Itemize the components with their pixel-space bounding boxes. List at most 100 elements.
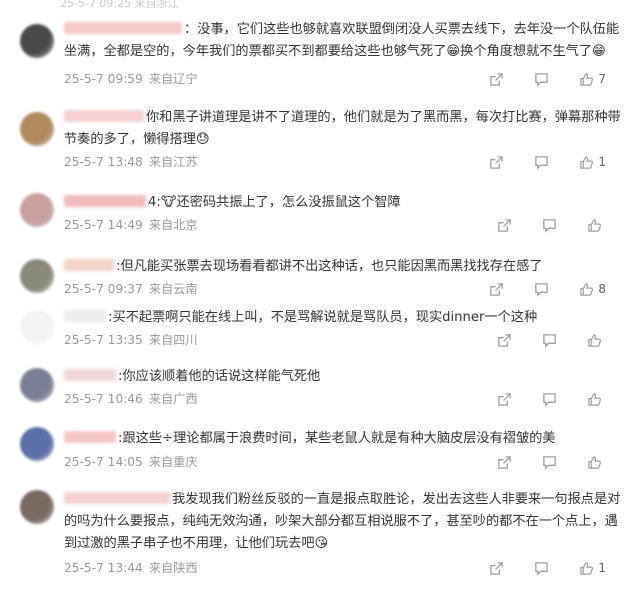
action-bar: 8 [459,279,606,299]
avatar[interactable] [20,193,54,227]
like-icon [588,333,601,347]
location: 来自江苏 [148,155,198,169]
like-icon [588,455,601,469]
location: 来自陕西 [148,561,198,575]
comment-icon [535,561,549,576]
avatar[interactable] [20,259,54,293]
name-separator: ： [184,22,198,37]
comment-text: 跟这些÷理论都属于浪费时间，某些老鼠人就是有种大脑皮层没有褶皱的美 [122,431,556,446]
comment-body: :但凡能买张票去现场看看都讲不出这种话，也只能因黑而黑找找存在感了 [64,256,630,278]
timestamp: 25-5-7 09:59 [64,72,143,86]
action-bar [467,452,606,472]
timestamp: 25-5-7 13:48 [64,155,143,169]
comment-body: 我发现我们粉丝反驳的一直是报点取胜论，发出去这些人非要来一句报点是对的吗为什么要… [64,489,630,555]
comment-icon [543,333,556,348]
like-icon [580,561,594,575]
username-blurred[interactable] [64,259,114,271]
like-icon [580,155,594,169]
avatar[interactable] [20,368,54,402]
location: 来自云南 [148,282,198,296]
comment-text: 买不起票啊只能在线上叫，不是骂解说就是骂队员，现实dinner一个这种 [112,310,538,325]
comment-button[interactable] [534,155,549,170]
comment-body: ：没事，它们这些也够就喜欢联盟倒闭没人买票去线下，去年没一个队伍能坐满，全都是空… [64,19,630,63]
username-blurred[interactable] [64,22,182,34]
avatar[interactable] [20,112,54,146]
share-icon [490,155,504,169]
share-button[interactable] [497,392,512,407]
share-button[interactable] [489,72,504,87]
share-icon [498,218,511,232]
comment-icon [535,155,549,170]
comment-meta: 25-5-7 13:44 来自陕西 1 [64,558,630,578]
comment-text: 你应该顺着他的话说这样能气死他 [122,369,321,384]
like-count: 1 [598,561,606,575]
username-blurred[interactable] [64,492,170,504]
comment-button[interactable] [534,561,549,576]
avatar[interactable] [20,310,54,344]
comment-button[interactable] [542,392,557,407]
share-icon [498,455,511,469]
comment-text: 你和黑子讲道理是讲不了道理的，他们就是为了黑而黑，每次打比赛，弹幕那种带节奏的多… [64,110,621,147]
comment-body: :买不起票啊只能在线上叫，不是骂解说就是骂队员，现实dinner一个这种 [64,307,630,329]
like-button[interactable]: 1 [579,558,606,578]
username-blurred[interactable] [64,369,116,381]
like-button[interactable] [587,392,606,407]
like-icon [580,72,594,86]
comment-body: 你和黑子讲道理是讲不了道理的，他们就是为了黑而黑，每次打比赛，弹幕那种带节奏的多… [64,107,630,151]
like-button[interactable] [587,218,606,233]
share-button[interactable] [497,455,512,470]
share-button[interactable] [497,333,512,348]
like-button[interactable]: 7 [579,69,606,89]
comment-meta: 25-5-7 14:49 来自北京 [64,215,630,235]
action-bar [467,330,606,350]
action-bar: 1 [459,152,606,172]
comment-icon [543,455,556,470]
timestamp: 25-5-7 10:46 [64,392,143,406]
comment-meta: 25-5-7 10:46 来自广西 [64,389,630,409]
action-bar: 1 [459,558,606,578]
comment-body: 4:🐮还密码共振上了，怎么没振鼠这个智障 [64,192,630,214]
comment-body: :跟这些÷理论都属于浪费时间，某些老鼠人就是有种大脑皮层没有褶皱的美 [64,428,630,450]
like-button[interactable] [587,333,606,348]
share-button[interactable] [489,282,504,297]
share-icon [490,282,504,296]
previous-comment-meta: 25-5-7 09:25 来自浙江 [60,0,179,8]
avatar[interactable] [20,24,54,58]
share-button[interactable] [497,218,512,233]
action-bar [467,215,606,235]
like-button[interactable]: 8 [579,279,606,299]
name-separator: 4: [148,195,161,210]
like-count: 8 [598,282,606,296]
like-button[interactable]: 1 [579,152,606,172]
comment-button[interactable] [534,282,549,297]
like-button[interactable] [587,455,606,470]
share-button[interactable] [489,561,504,576]
comment-button[interactable] [534,72,549,87]
avatar[interactable] [20,427,54,461]
comment-meta: 25-5-7 09:37 来自云南 8 [64,279,630,299]
timestamp: 25-5-7 13:44 [64,561,143,575]
like-icon [580,282,594,296]
share-icon [490,72,504,86]
timestamp: 25-5-7 09:37 [64,282,143,296]
share-button[interactable] [489,155,504,170]
comment-button[interactable] [542,455,557,470]
username-blurred[interactable] [64,195,146,207]
comment-icon [543,218,556,233]
action-bar: 7 [459,69,606,89]
comment-text: 但凡能买张票去现场看看都讲不出这种话，也只能因黑而黑找找存在感了 [120,259,543,274]
share-icon [498,333,511,347]
timestamp: 25-5-7 14:49 [64,218,143,232]
comment-meta: 25-5-7 14:05 来自重庆 [64,452,630,472]
comment-icon [535,72,549,87]
username-blurred[interactable] [64,310,106,322]
avatar[interactable] [20,490,54,524]
username-blurred[interactable] [64,431,116,443]
location: 来自辽宁 [148,72,198,86]
location: 来自四川 [148,333,198,347]
comment-button[interactable] [542,333,557,348]
timestamp: 25-5-7 14:05 [64,455,143,469]
username-blurred[interactable] [64,110,144,122]
comment-button[interactable] [542,218,557,233]
comment-meta: 25-5-7 13:48 来自江苏 1 [64,152,630,172]
